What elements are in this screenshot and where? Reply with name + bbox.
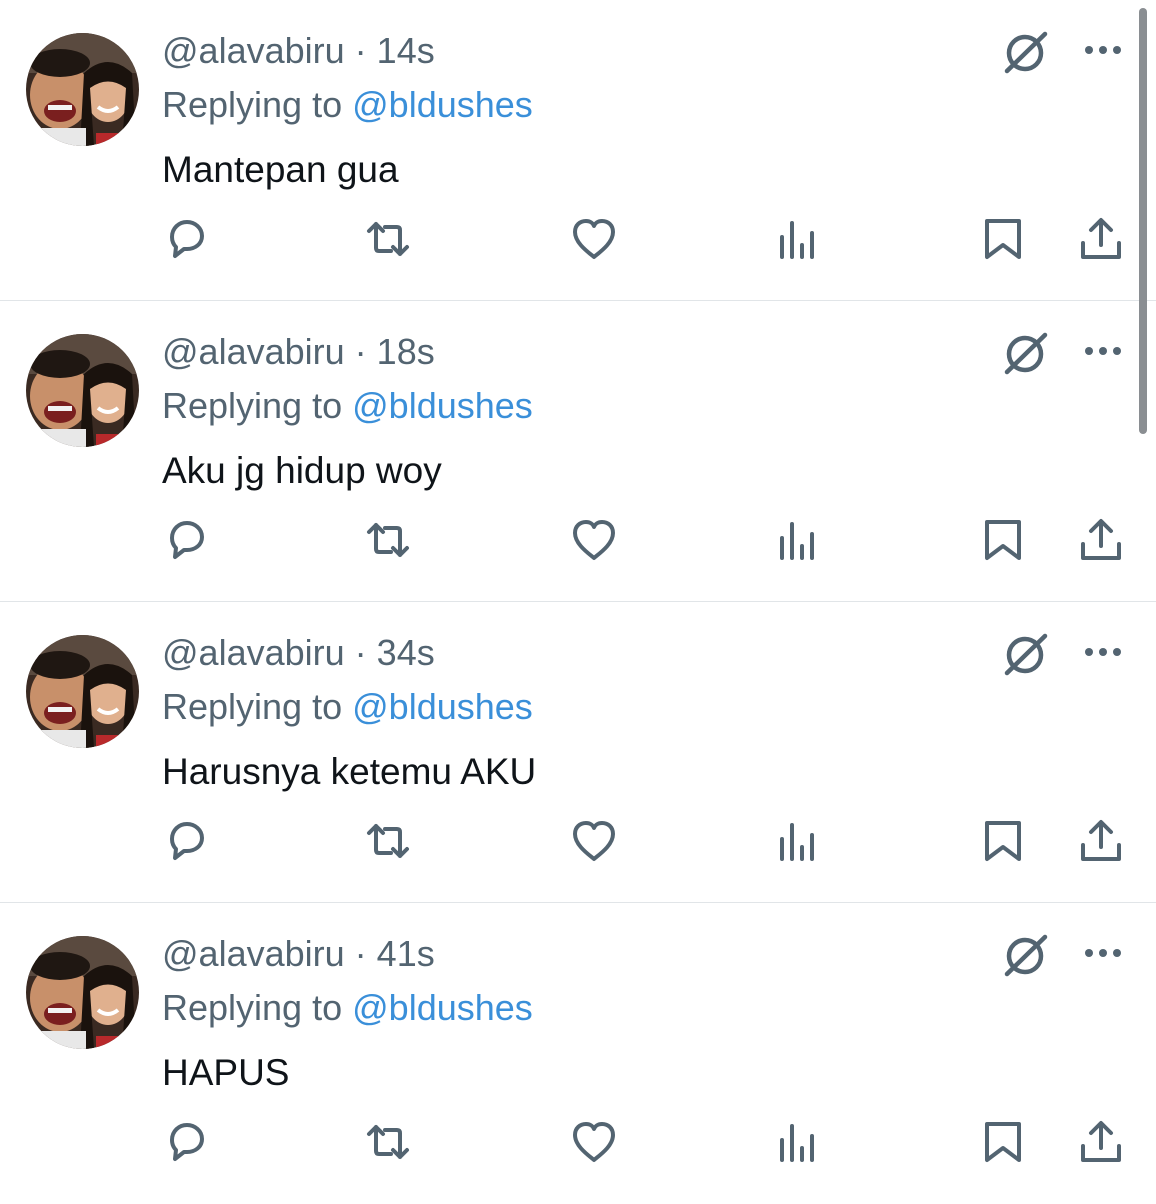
more-icon[interactable] bbox=[1082, 38, 1124, 62]
avatar[interactable] bbox=[26, 635, 139, 748]
grok-icon[interactable] bbox=[1003, 29, 1049, 75]
mention-link[interactable]: @bldushes bbox=[352, 385, 533, 426]
reply-icon[interactable] bbox=[162, 215, 210, 263]
heart-icon[interactable] bbox=[570, 516, 618, 564]
avatar[interactable] bbox=[26, 936, 139, 1049]
tweet-time[interactable]: 41s bbox=[377, 933, 435, 974]
views-icon[interactable] bbox=[774, 215, 822, 263]
heart-icon[interactable] bbox=[570, 1118, 618, 1166]
replying-to: Replying to @bldushes bbox=[162, 686, 533, 728]
tweet-text: Harusnya ketemu AKU bbox=[162, 751, 537, 792]
replying-to: Replying to @bldushes bbox=[162, 987, 533, 1029]
replying-to-label: Replying to bbox=[162, 385, 343, 426]
user-handle[interactable]: @alavabiru bbox=[162, 933, 345, 974]
meta-separator: · bbox=[354, 331, 367, 372]
grok-icon[interactable] bbox=[1003, 330, 1049, 376]
tweet-text: Mantepan gua bbox=[162, 149, 399, 190]
share-icon[interactable] bbox=[1077, 817, 1125, 865]
reply-feed: @alavabiru · 14s Replying to @bldushes M… bbox=[0, 0, 1156, 1200]
bookmark-icon[interactable] bbox=[980, 516, 1028, 564]
more-icon[interactable] bbox=[1082, 640, 1124, 664]
tweet-time[interactable]: 18s bbox=[377, 331, 435, 372]
reply-item[interactable]: @alavabiru · 41s Replying to @bldushes H… bbox=[0, 903, 1156, 1204]
replying-to: Replying to @bldushes bbox=[162, 385, 533, 427]
reply-item[interactable]: @alavabiru · 14s Replying to @bldushes M… bbox=[0, 0, 1156, 301]
bookmark-icon[interactable] bbox=[980, 817, 1028, 865]
tweet-text: Aku jg hidup woy bbox=[162, 450, 442, 491]
tweet-text: HAPUS bbox=[162, 1052, 290, 1093]
tweet-meta: @alavabiru · 18s bbox=[162, 331, 435, 373]
tweet-time[interactable]: 34s bbox=[377, 632, 435, 673]
scrollbar[interactable] bbox=[1139, 8, 1147, 434]
share-icon[interactable] bbox=[1077, 1118, 1125, 1166]
meta-separator: · bbox=[354, 933, 367, 974]
retweet-icon[interactable] bbox=[364, 215, 412, 263]
retweet-icon[interactable] bbox=[364, 1118, 412, 1166]
heart-icon[interactable] bbox=[570, 215, 618, 263]
retweet-icon[interactable] bbox=[364, 516, 412, 564]
more-icon[interactable] bbox=[1082, 941, 1124, 965]
meta-separator: · bbox=[354, 632, 367, 673]
grok-icon[interactable] bbox=[1003, 631, 1049, 677]
user-handle[interactable]: @alavabiru bbox=[162, 632, 345, 673]
tweet-time[interactable]: 14s bbox=[377, 30, 435, 71]
reply-item[interactable]: @alavabiru · 34s Replying to @bldushes H… bbox=[0, 602, 1156, 903]
replying-to-label: Replying to bbox=[162, 686, 343, 727]
user-handle[interactable]: @alavabiru bbox=[162, 30, 345, 71]
avatar[interactable] bbox=[26, 33, 139, 146]
grok-icon[interactable] bbox=[1003, 932, 1049, 978]
views-icon[interactable] bbox=[774, 516, 822, 564]
bookmark-icon[interactable] bbox=[980, 215, 1028, 263]
replying-to-label: Replying to bbox=[162, 987, 343, 1028]
avatar[interactable] bbox=[26, 334, 139, 447]
mention-link[interactable]: @bldushes bbox=[352, 84, 533, 125]
share-icon[interactable] bbox=[1077, 516, 1125, 564]
replying-to: Replying to @bldushes bbox=[162, 84, 533, 126]
reply-icon[interactable] bbox=[162, 1118, 210, 1166]
bookmark-icon[interactable] bbox=[980, 1118, 1028, 1166]
replying-to-label: Replying to bbox=[162, 84, 343, 125]
reply-item[interactable]: @alavabiru · 18s Replying to @bldushes A… bbox=[0, 301, 1156, 602]
tweet-meta: @alavabiru · 34s bbox=[162, 632, 435, 674]
tweet-meta: @alavabiru · 14s bbox=[162, 30, 435, 72]
heart-icon[interactable] bbox=[570, 817, 618, 865]
reply-icon[interactable] bbox=[162, 817, 210, 865]
more-icon[interactable] bbox=[1082, 339, 1124, 363]
mention-link[interactable]: @bldushes bbox=[352, 987, 533, 1028]
meta-separator: · bbox=[354, 30, 367, 71]
mention-link[interactable]: @bldushes bbox=[352, 686, 533, 727]
views-icon[interactable] bbox=[774, 1118, 822, 1166]
views-icon[interactable] bbox=[774, 817, 822, 865]
share-icon[interactable] bbox=[1077, 215, 1125, 263]
retweet-icon[interactable] bbox=[364, 817, 412, 865]
user-handle[interactable]: @alavabiru bbox=[162, 331, 345, 372]
tweet-meta: @alavabiru · 41s bbox=[162, 933, 435, 975]
reply-icon[interactable] bbox=[162, 516, 210, 564]
